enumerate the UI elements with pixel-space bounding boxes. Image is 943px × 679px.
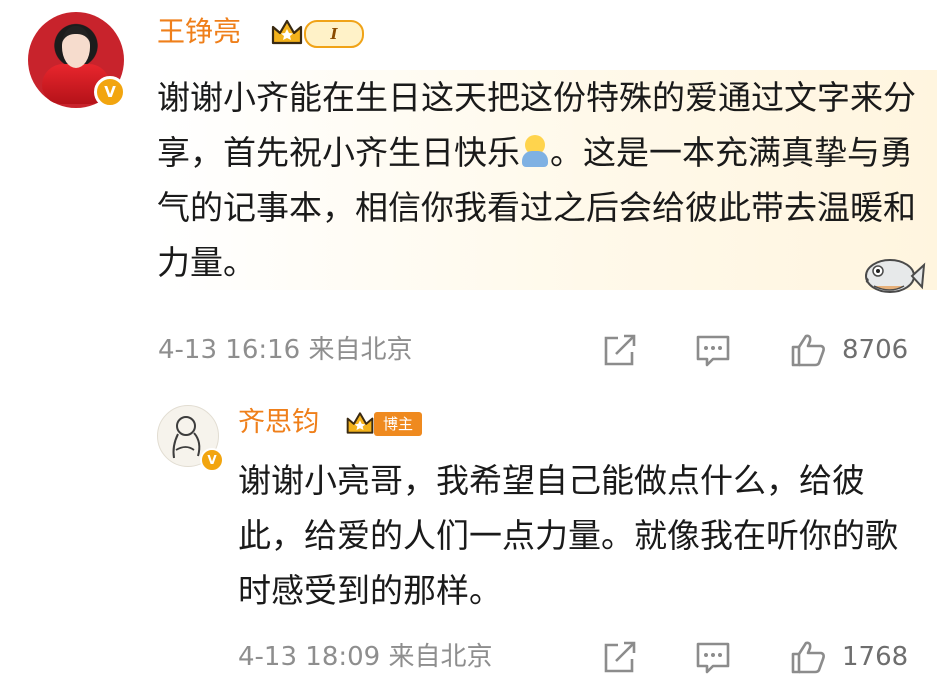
comment-text: 谢谢小齐能在生日这天把这份特殊的爱通过文字来分享，首先祝小齐生日快乐 。这是一本充… (157, 70, 937, 290)
avatar-face (62, 26, 90, 68)
reply-username[interactable]: 齐思钧 (238, 406, 319, 440)
comment-thread: V 王铮亮 I 谢谢小齐能在生日这天把这份特殊的爱通过文字来分享，首先祝小齐生日… (0, 0, 943, 679)
verified-icon: V (94, 76, 126, 108)
share-icon[interactable] (602, 334, 638, 368)
comment-username[interactable]: 王铮亮 (157, 15, 241, 49)
smile-emoji-icon (520, 135, 550, 167)
verified-icon: V (200, 448, 224, 472)
comment-icon[interactable] (695, 641, 731, 675)
crown-icon (271, 19, 303, 45)
reply-text: 谢谢小亮哥，我希望自己能做点什么，给彼此，给爱的人们一点力量。就像我在听你的歌时… (238, 461, 898, 610)
host-badge: 博主 (374, 412, 422, 436)
thumbs-up-icon[interactable] (790, 640, 826, 674)
crown-icon (346, 412, 374, 434)
like-count: 8706 (842, 335, 909, 365)
reply-time-location: 4-13 18:09 来自北京 (238, 642, 493, 672)
comment-icon[interactable] (695, 334, 731, 368)
share-icon[interactable] (602, 641, 638, 675)
avatar[interactable]: V (28, 12, 126, 108)
thumbs-up-icon[interactable] (790, 333, 826, 367)
reply-avatar[interactable]: V (157, 405, 224, 472)
fish-sticker-icon (865, 259, 926, 293)
level-badge: I (304, 20, 364, 48)
comment-time-location: 4-13 16:16 来自北京 (158, 335, 413, 365)
like-count: 1768 (842, 642, 909, 672)
